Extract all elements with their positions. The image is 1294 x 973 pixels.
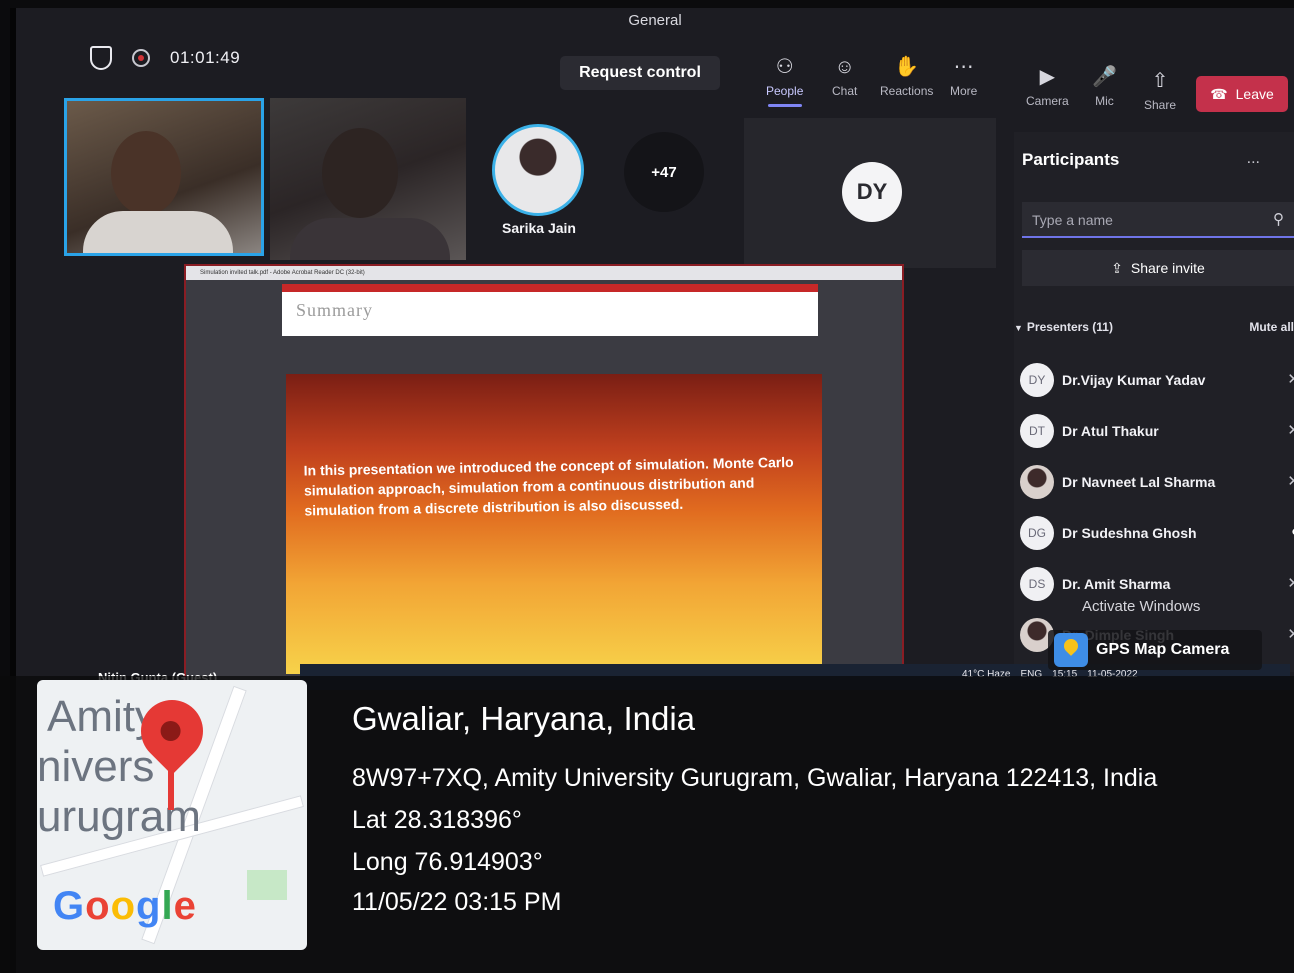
participant-name: Dr Navneet Lal Sharma bbox=[1062, 473, 1216, 490]
avatar: DG bbox=[1020, 515, 1054, 550]
list-item[interactable]: DY Dr.Vijay Kumar Yadav ✕ bbox=[1020, 354, 1294, 405]
avatar: DS bbox=[1020, 566, 1054, 601]
people-icon: ⚇ bbox=[775, 56, 794, 78]
participants-title: Participants bbox=[1022, 150, 1120, 169]
participant-body bbox=[83, 211, 233, 253]
participant-body bbox=[290, 218, 450, 260]
participant-name: Dr.Vijay Kumar Yadav bbox=[1062, 371, 1206, 388]
shield-icon bbox=[90, 46, 112, 70]
video-tile-dy[interactable]: DY bbox=[744, 118, 996, 268]
share-label: Share bbox=[1144, 98, 1177, 112]
avatar-dy: DY bbox=[842, 162, 902, 222]
share-button[interactable]: ⇧ Share bbox=[1144, 70, 1176, 112]
list-item[interactable]: DG Dr Sudeshna Ghosh ● bbox=[1020, 507, 1294, 558]
meeting-timer: 01:01:49 bbox=[170, 48, 241, 67]
acrobat-title-bar: Simulation invited talk.pdf - Adobe Acro… bbox=[186, 266, 902, 280]
search-placeholder: Type a name bbox=[1032, 212, 1113, 228]
chat-button[interactable]: ☺ Chat bbox=[832, 56, 857, 98]
chat-label: Chat bbox=[832, 84, 858, 98]
recording-icon bbox=[132, 49, 150, 67]
shared-screen: Simulation invited talk.pdf - Adobe Acro… bbox=[184, 264, 904, 684]
share-invite-label: Share invite bbox=[1130, 260, 1205, 276]
reactions-label: Reactions bbox=[880, 84, 934, 98]
share-invite-button[interactable]: ⇪ Share invite bbox=[1022, 250, 1294, 286]
activate-windows-watermark: Activate Windows bbox=[1082, 598, 1201, 615]
more-participants-badge[interactable]: +47 bbox=[624, 132, 704, 212]
people-label: People bbox=[766, 84, 804, 98]
list-item[interactable]: DT Dr Atul Thakur ✕ bbox=[1020, 405, 1294, 456]
phone-hangup-icon: ☎ bbox=[1210, 85, 1228, 102]
map-label: urugram bbox=[37, 792, 201, 841]
reactions-button[interactable]: ✋ Reactions bbox=[880, 56, 933, 98]
more-icon: ⋯ bbox=[953, 56, 974, 78]
avatar-sarika-jain[interactable] bbox=[492, 124, 584, 216]
more-label: More bbox=[950, 84, 978, 98]
people-button[interactable]: ⚇ People bbox=[766, 56, 803, 107]
list-item[interactable]: Dr Navneet Lal Sharma ✕ bbox=[1020, 456, 1294, 507]
participant-name: Dr Atul Thakur bbox=[1062, 422, 1159, 439]
leave-label: Leave bbox=[1235, 86, 1274, 102]
mic-muted-icon: ✕ bbox=[1287, 575, 1294, 592]
google-logo: Google bbox=[53, 884, 197, 928]
request-control-button[interactable]: Request control bbox=[560, 56, 720, 90]
avatar-photo bbox=[1020, 464, 1054, 499]
mic-muted-icon: ✕ bbox=[1287, 473, 1294, 490]
participant-head bbox=[111, 131, 181, 215]
participant-name: Dr Sudeshna Ghosh bbox=[1062, 524, 1197, 541]
reactions-icon: ✋ bbox=[894, 56, 920, 78]
location-longitude: Long 76.914903° bbox=[352, 848, 543, 876]
slide-body: In this presentation we introduced the c… bbox=[286, 374, 822, 674]
camera-off-icon: ▶ bbox=[1039, 66, 1056, 88]
avatar: DT bbox=[1020, 413, 1054, 448]
mic-label: Mic bbox=[1095, 94, 1114, 108]
leave-button[interactable]: ☎ Leave bbox=[1196, 76, 1288, 112]
mic-muted-icon: ✕ bbox=[1287, 626, 1294, 643]
panel-more-button[interactable]: ... bbox=[1247, 150, 1260, 168]
video-tile-participant-2[interactable] bbox=[270, 98, 466, 260]
mic-button[interactable]: 🎤 Mic bbox=[1092, 66, 1117, 108]
presenters-header[interactable]: ▼ Presenters (11) Mute all bbox=[1014, 320, 1294, 334]
chevron-down-icon: ▼ bbox=[1014, 323, 1023, 333]
camera-button[interactable]: ▶ Camera bbox=[1026, 66, 1069, 108]
video-tile-participant-1[interactable] bbox=[64, 98, 264, 256]
mic-muted-icon: ✕ bbox=[1287, 422, 1294, 439]
more-button[interactable]: ⋯ More bbox=[950, 56, 977, 98]
map-park bbox=[247, 870, 287, 900]
location-latitude: Lat 28.318396° bbox=[352, 806, 522, 834]
camera-label: Camera bbox=[1026, 94, 1069, 108]
participants-panel: Participants ... Type a name ⚲ ⇪ Share i… bbox=[1014, 132, 1294, 672]
map-pin-app-icon bbox=[1054, 633, 1088, 667]
location-datetime: 11/05/22 03:15 PM bbox=[352, 888, 562, 916]
meeting-status: 01:01:49 bbox=[90, 46, 240, 70]
participant-head bbox=[322, 128, 398, 218]
map-label: nivers bbox=[37, 742, 155, 791]
search-participants-input[interactable]: Type a name ⚲ bbox=[1022, 202, 1294, 238]
location-address: 8W97+7XQ, Amity University Gurugram, Gwa… bbox=[352, 764, 1158, 792]
chat-icon: ☺ bbox=[834, 56, 855, 78]
share-icon: ⇧ bbox=[1151, 70, 1169, 92]
search-icon: ⚲ bbox=[1273, 211, 1284, 228]
gps-map-camera-badge: GPS Map Camera bbox=[1048, 630, 1262, 670]
mute-all-button[interactable]: Mute all bbox=[1249, 320, 1294, 334]
gps-app-label: GPS Map Camera bbox=[1096, 641, 1230, 658]
slide-heading: Summary bbox=[282, 284, 818, 336]
location-map: Amity nivers urugram Google bbox=[37, 680, 307, 950]
mic-off-icon: 🎤 bbox=[1092, 66, 1117, 88]
slide-text: In this presentation we introduced the c… bbox=[303, 453, 794, 519]
window-title: General bbox=[628, 12, 682, 29]
avatar: DY bbox=[1020, 362, 1054, 397]
location-place: Gwaliar, Haryana, India bbox=[352, 700, 696, 737]
presenters-count: Presenters (11) bbox=[1026, 320, 1113, 334]
participant-name-sarika: Sarika Jain bbox=[502, 220, 576, 236]
share-invite-icon: ⇪ bbox=[1111, 259, 1123, 276]
mic-muted-icon: ✕ bbox=[1287, 371, 1294, 388]
participant-name: Dr. Amit Sharma bbox=[1062, 575, 1171, 592]
